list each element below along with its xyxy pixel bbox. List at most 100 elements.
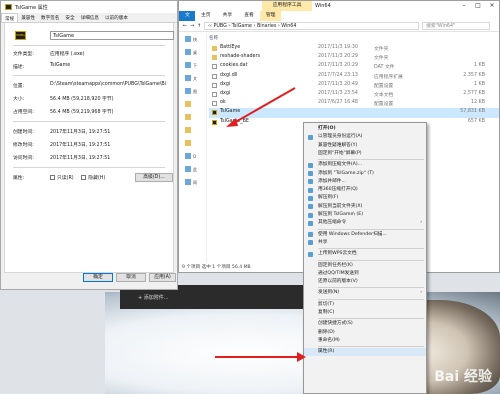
menu-item[interactable]: 共享 bbox=[304, 239, 426, 247]
menu-item[interactable]: 其他压缩命令 › bbox=[304, 219, 426, 227]
nav-item[interactable]: 桌 bbox=[179, 46, 206, 59]
menu-item[interactable]: 属性(R) bbox=[304, 348, 426, 357]
nav-item[interactable] bbox=[179, 98, 206, 111]
column-header[interactable]: 名称 bbox=[209, 35, 499, 44]
file-name-field[interactable]: TslGame bbox=[50, 31, 174, 40]
menu-item[interactable]: 上传到WPS云文档 bbox=[304, 250, 426, 258]
menu-item[interactable]: 固定到"开始"屏幕(P) bbox=[304, 150, 426, 158]
file-row[interactable]: reshade-shaders 2017/11/3 20:29 文件夹 bbox=[209, 53, 499, 62]
ribbon: 文件 主页 共享 查看 管理 bbox=[179, 11, 499, 28]
tab-compat[interactable]: 兼容性 bbox=[18, 13, 38, 22]
file-row[interactable]: TslGame 57,831 KB bbox=[209, 108, 499, 118]
nav-item[interactable]: 图 bbox=[179, 85, 206, 98]
tab-details[interactable]: 详细信息 bbox=[78, 13, 102, 22]
menu-item[interactable]: 发送到(N) › bbox=[304, 289, 426, 297]
file-row[interactable]: BattlEye 2017/11/3 19:30 文件夹 bbox=[209, 44, 499, 53]
menu-item[interactable]: 解压到 TslGame\ (E) bbox=[304, 211, 426, 219]
menu-item[interactable]: 删除(D) bbox=[304, 329, 426, 337]
tab-general[interactable]: 常规 bbox=[1, 13, 19, 22]
file-icon bbox=[212, 119, 217, 125]
menu-item[interactable]: 打开(O) bbox=[304, 125, 426, 133]
menu-item[interactable]: 剪切(T) bbox=[304, 301, 426, 309]
menu-item[interactable]: 解压到当前文件夹(X) bbox=[304, 203, 426, 211]
file-row[interactable]: cookies.dat 2017/11/3 20:29 DAT 文件 1 KB bbox=[209, 62, 499, 71]
nav-item[interactable]: 网 bbox=[179, 176, 206, 189]
file-row[interactable]: ok 2017/6/27 16:48 配置设置 12 KB bbox=[209, 99, 499, 108]
nav-item[interactable] bbox=[179, 137, 206, 150]
menu-item[interactable]: 复制(C) bbox=[304, 309, 426, 317]
menu-item[interactable]: 添加到 "TslGame.zip" (T) bbox=[304, 170, 426, 178]
desc-row: 描述: TslGame bbox=[13, 63, 70, 70]
readonly-checkbox[interactable] bbox=[50, 175, 55, 180]
menu-item-icon bbox=[308, 251, 313, 257]
menu-item-label: 上传到WPS云文档 bbox=[318, 251, 357, 257]
menu-item-icon bbox=[308, 162, 313, 168]
menu-item[interactable]: 用360压缩打开(Q) bbox=[304, 186, 426, 194]
breadcrumb[interactable]: ‹‹ PUBG › TslGame › Binaries › Win64 bbox=[204, 22, 420, 30]
location-row: 位置: D:\Steam\steamapps\common\PUBG\TslGam… bbox=[13, 82, 166, 89]
ribbon-home-tab[interactable]: 主页 bbox=[195, 11, 217, 21]
menu-item[interactable]: 兼容性疑难解答(Y) bbox=[304, 142, 426, 150]
menu-item-label: 用360压缩打开(Q) bbox=[318, 187, 358, 193]
up-icon[interactable]: ↑ bbox=[197, 24, 201, 29]
advanced-button[interactable]: 高级(D)... bbox=[135, 173, 173, 182]
nav-item[interactable]: 文 bbox=[179, 72, 206, 85]
cancel-button[interactable]: 取消 bbox=[116, 273, 146, 282]
add-attachment-link[interactable]: + 添加附件... bbox=[138, 294, 169, 301]
file-row[interactable]: dxgi.dll 2017/7/24 23:13 应用程序扩展 2,357 KB bbox=[209, 72, 499, 81]
back-icon[interactable]: ← bbox=[183, 24, 187, 29]
menu-item[interactable]: 固定到任务栏(K) bbox=[304, 262, 426, 270]
menu-item[interactable]: 添加到压缩文件(A)... bbox=[304, 161, 426, 169]
close-icon[interactable]: × bbox=[485, 1, 499, 11]
modified-row: 修改时间: 2017年11月3日, 19:27:51 bbox=[13, 141, 110, 148]
type-value: 应用程序 (.exe) bbox=[50, 52, 85, 57]
forward-icon[interactable]: → bbox=[190, 24, 194, 29]
nav-item[interactable]: 快 bbox=[179, 33, 206, 46]
app-tools-tab[interactable]: 应用程序工具 bbox=[262, 1, 312, 11]
file-size: 1 KB bbox=[473, 63, 485, 69]
menu-item[interactable]: 解压到(F) bbox=[304, 194, 426, 202]
menu-item[interactable]: 通过QQ/TIM发送到 bbox=[304, 270, 426, 278]
desc-label: 描述: bbox=[13, 65, 25, 70]
file-type: 配置设置 bbox=[374, 102, 394, 108]
folder-icon bbox=[185, 114, 191, 120]
folder-icon bbox=[212, 46, 217, 51]
dialog-titlebar[interactable]: TslGame 属性 bbox=[1, 1, 177, 13]
minimize-icon[interactable]: – bbox=[457, 1, 471, 11]
ribbon-file-tab[interactable]: 文件 bbox=[179, 11, 195, 28]
nav-item[interactable]: O bbox=[179, 150, 206, 163]
tab-signature[interactable]: 数字签名 bbox=[38, 13, 62, 22]
nav-item[interactable]: 下 bbox=[179, 59, 206, 72]
nav-item[interactable] bbox=[179, 111, 206, 124]
ribbon-share-tab[interactable]: 共享 bbox=[217, 11, 239, 21]
menu-item-icon bbox=[308, 204, 313, 210]
search-input[interactable]: 搜索"Win64" bbox=[422, 22, 491, 30]
nav-item[interactable]: 此 bbox=[179, 163, 206, 176]
menu-item[interactable]: 还原以前的版本(V) bbox=[304, 278, 426, 286]
file-type: 文件夹 bbox=[374, 56, 389, 62]
menu-item[interactable]: 创建快捷方式(S) bbox=[304, 320, 426, 328]
file-row[interactable]: dxgi 2017/11/3 23:54 文本文档 2,577 KB bbox=[209, 90, 499, 99]
menu-item[interactable]: 添加并邮件... bbox=[304, 178, 426, 186]
attrs-row: 属性: 只读(R) 隐藏(H) bbox=[13, 174, 105, 181]
tab-previous[interactable]: 以前的版本 bbox=[102, 13, 131, 22]
menu-item[interactable]: 重命名(M) bbox=[304, 337, 426, 345]
nav-item[interactable] bbox=[179, 124, 206, 137]
ribbon-manage-tab[interactable]: 管理 bbox=[259, 11, 282, 21]
ok-button[interactable]: 确定 bbox=[83, 273, 113, 282]
apply-button[interactable]: 应用(A) bbox=[149, 273, 176, 282]
explorer-titlebar[interactable]: 应用程序工具 Win64 – □ × bbox=[179, 1, 499, 11]
file-row[interactable]: dxgi 2017/11/3 20:49 配置设置 1 KB bbox=[209, 81, 499, 90]
menu-item[interactable]: 以管理员身份运行(A) bbox=[304, 133, 426, 141]
menu-item[interactable]: 使用 Windows Defender扫描... bbox=[304, 231, 426, 239]
tab-security[interactable]: 安全 bbox=[62, 13, 77, 22]
ribbon-view-tab[interactable]: 查看 bbox=[238, 11, 260, 21]
menu-separator bbox=[318, 318, 424, 320]
file-icon bbox=[212, 110, 217, 116]
hidden-checkbox[interactable] bbox=[81, 175, 87, 180]
chevron-right-icon: › bbox=[420, 290, 422, 296]
file-date: 2017/11/3 20:29 bbox=[318, 54, 358, 60]
maximize-icon[interactable]: □ bbox=[471, 1, 485, 11]
modified-value: 2017年11月3日, 19:27:51 bbox=[50, 143, 111, 148]
type-label: 文件类型: bbox=[13, 52, 34, 57]
